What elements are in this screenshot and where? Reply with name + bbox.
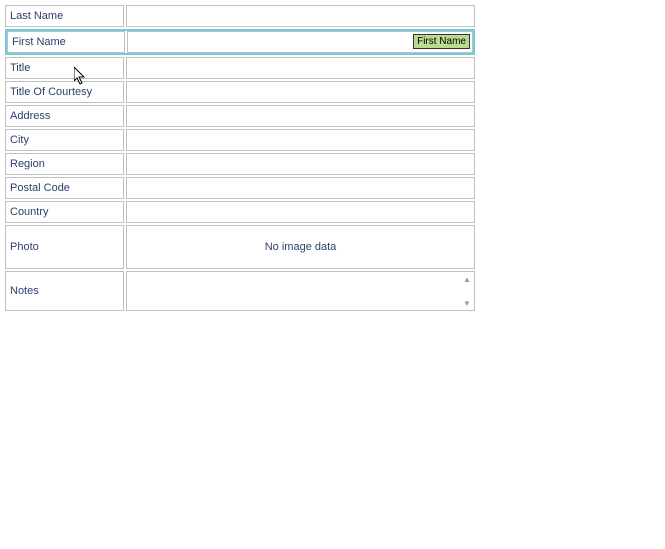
cell-region <box>126 153 475 175</box>
row-postal-code: Postal Code <box>5 177 475 199</box>
cell-photo[interactable]: No image data <box>126 225 475 269</box>
form-table: Last Name First Name First Name Title Ti… <box>3 3 477 313</box>
cell-title <box>126 57 475 79</box>
label-city: City <box>5 129 124 151</box>
scroll-down-icon[interactable]: ▼ <box>462 298 472 308</box>
row-title: Title <box>5 57 475 79</box>
label-postal-code: Postal Code <box>5 177 124 199</box>
row-region: Region <box>5 153 475 175</box>
input-country[interactable] <box>127 202 474 222</box>
label-photo: Photo <box>5 225 124 269</box>
input-city[interactable] <box>127 130 474 150</box>
input-last-name[interactable] <box>127 6 474 26</box>
label-title: Title <box>5 57 124 79</box>
cell-title-of-courtesy <box>126 81 475 103</box>
cell-notes: ▲ ▼ <box>126 271 475 311</box>
row-country: Country <box>5 201 475 223</box>
label-region: Region <box>5 153 124 175</box>
row-notes: Notes ▲ ▼ <box>5 271 475 311</box>
row-title-of-courtesy: Title Of Courtesy <box>5 81 475 103</box>
cell-postal-code <box>126 177 475 199</box>
row-last-name: Last Name <box>5 5 475 27</box>
row-first-name: First Name First Name <box>5 29 475 55</box>
tooltip-first-name: First Name <box>413 34 470 49</box>
label-last-name: Last Name <box>5 5 124 27</box>
cell-city <box>126 129 475 151</box>
input-address[interactable] <box>127 106 474 126</box>
label-title-of-courtesy: Title Of Courtesy <box>5 81 124 103</box>
input-notes[interactable] <box>127 271 460 309</box>
cell-country <box>126 201 475 223</box>
input-region[interactable] <box>127 154 474 174</box>
label-country: Country <box>5 201 124 223</box>
row-city: City <box>5 129 475 151</box>
label-notes: Notes <box>5 271 124 311</box>
row-address: Address <box>5 105 475 127</box>
photo-placeholder: No image data <box>265 241 337 253</box>
cell-last-name <box>126 5 475 27</box>
cell-first-name: First Name <box>127 31 473 53</box>
label-first-name: First Name <box>7 31 125 53</box>
scroll-up-icon[interactable]: ▲ <box>462 274 472 284</box>
input-title[interactable] <box>127 58 474 78</box>
notes-scroll: ▲ ▼ <box>462 274 472 308</box>
label-address: Address <box>5 105 124 127</box>
input-postal-code[interactable] <box>127 178 474 198</box>
row-photo: Photo No image data <box>5 225 475 269</box>
input-title-of-courtesy[interactable] <box>127 82 474 102</box>
cell-address <box>126 105 475 127</box>
